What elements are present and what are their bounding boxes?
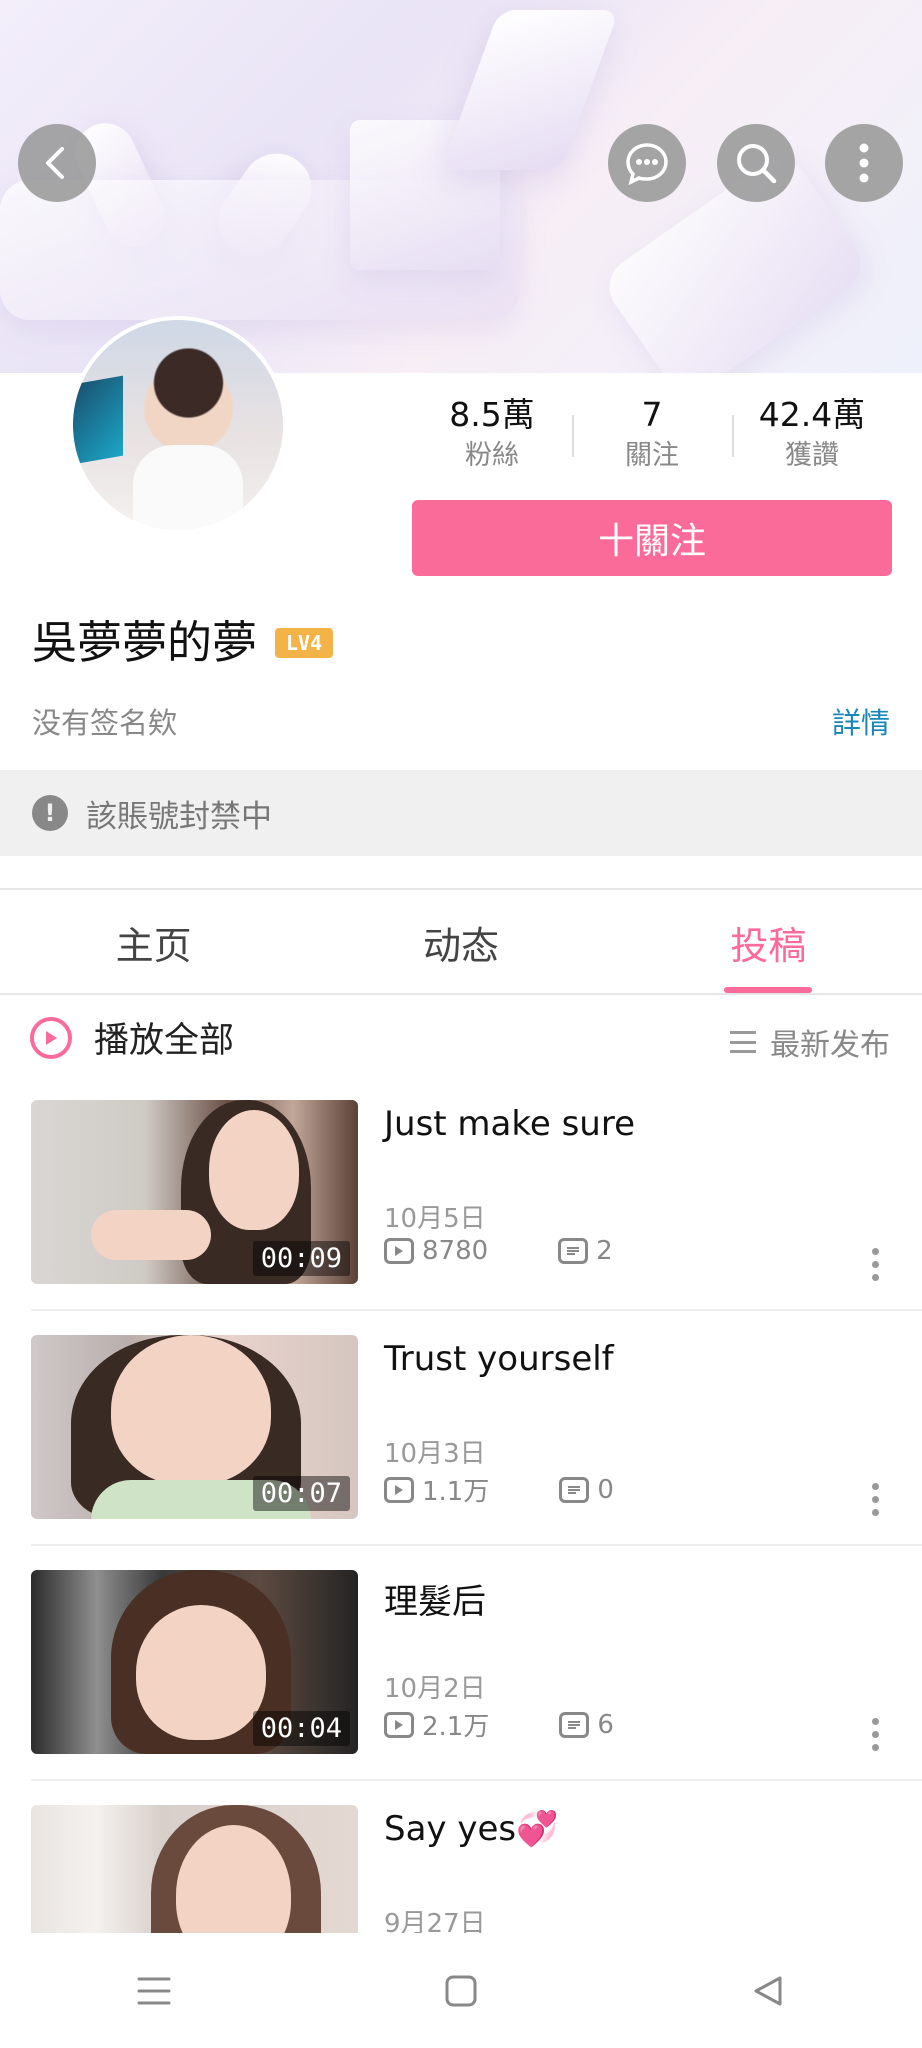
- banner-decoration: [440, 10, 620, 170]
- video-duration: 00:07: [252, 1476, 350, 1511]
- back-triangle-icon[interactable]: [750, 1973, 786, 2009]
- list-divider: [31, 1779, 922, 1781]
- avatar-background: [73, 375, 123, 465]
- comment-count-icon: [558, 1238, 589, 1264]
- video-thumbnail[interactable]: 00:07: [31, 1335, 358, 1519]
- stat-likes[interactable]: 42.4萬 獲讚: [732, 393, 892, 483]
- level-badge: LV4: [275, 628, 333, 658]
- menu-icon[interactable]: [136, 1975, 172, 2007]
- stat-label: 粉絲: [465, 440, 519, 471]
- video-comments: 2: [596, 1236, 613, 1266]
- stat-followers[interactable]: 8.5萬 粉絲: [412, 393, 572, 483]
- comment-count-icon: [559, 1711, 590, 1738]
- video-meta: 8780 2: [384, 1236, 613, 1266]
- video-thumbnail[interactable]: [31, 1805, 358, 1933]
- play-circle-icon: [30, 1016, 72, 1059]
- video-date: 10月5日: [384, 1204, 486, 1234]
- stat-value: 42.4萬: [758, 395, 866, 434]
- sort-label: 最新发布: [770, 1028, 890, 1063]
- section-divider: [0, 888, 922, 890]
- thumbnail-figure: [136, 1605, 266, 1740]
- video-item[interactable]: 00:04 理髮后 10月2日 2.1万 6: [0, 1570, 922, 1805]
- more-vertical-icon: [859, 143, 869, 183]
- profile-stats: 8.5萬 粉絲 7 關注 42.4萬 獲讚: [412, 393, 892, 483]
- home-square-icon[interactable]: [443, 1973, 479, 2009]
- chat-button[interactable]: [608, 124, 686, 202]
- play-count-icon: [384, 1711, 414, 1738]
- comment-count-icon: [559, 1476, 590, 1503]
- video-title[interactable]: Say yes💞: [384, 1809, 558, 1849]
- video-meta: 2.1万 6: [384, 1706, 614, 1743]
- avatar-figure: [133, 445, 243, 530]
- stat-label: 獲讚: [785, 440, 839, 471]
- play-count-icon: [384, 1238, 414, 1264]
- tab-dynamics[interactable]: 动态: [307, 891, 614, 993]
- thumbnail-figure: [111, 1335, 271, 1485]
- video-thumbnail[interactable]: 00:04: [31, 1570, 358, 1754]
- follow-button[interactable]: 十關注: [412, 500, 892, 576]
- video-more-icon[interactable]: [872, 1248, 880, 1281]
- video-item[interactable]: Say yes💞 9月27日: [0, 1805, 922, 1933]
- banned-notice-text: 該賬號封禁中: [86, 798, 272, 835]
- stat-label: 關注: [625, 440, 679, 471]
- chevron-left-icon: [46, 147, 64, 179]
- tabs-divider: [0, 993, 922, 995]
- video-title[interactable]: 理髮后: [384, 1574, 486, 1623]
- video-duration: 00:04: [252, 1711, 350, 1746]
- video-date: 10月2日: [384, 1674, 486, 1704]
- video-comments: 0: [597, 1474, 614, 1505]
- alert-icon: !: [32, 795, 68, 831]
- profile-tabs: 主页 动态 投稿: [0, 891, 922, 993]
- video-duration: 00:09: [252, 1241, 350, 1276]
- video-thumbnail[interactable]: 00:09: [31, 1100, 358, 1284]
- stat-value: 8.5萬: [449, 395, 535, 434]
- video-views: 2.1万: [422, 1712, 490, 1742]
- video-item[interactable]: 00:09 Just make sure 10月5日 8780 2: [0, 1100, 922, 1335]
- system-nav-bar: [0, 1933, 922, 2048]
- detail-link[interactable]: 詳情: [832, 700, 890, 742]
- tab-submissions[interactable]: 投稿: [615, 891, 922, 993]
- search-button[interactable]: [717, 124, 795, 202]
- stat-value: 7: [641, 395, 663, 434]
- list-divider: [31, 1544, 922, 1546]
- video-date: 10月3日: [384, 1439, 486, 1469]
- video-date: 9月27日: [384, 1909, 486, 1933]
- sort-lines-icon: [730, 1031, 756, 1053]
- play-all-button[interactable]: 播放全部: [30, 1012, 234, 1063]
- play-all-label: 播放全部: [94, 1021, 235, 1061]
- search-icon: [737, 144, 777, 184]
- thumbnail-figure: [91, 1210, 211, 1260]
- video-title[interactable]: Just make sure: [384, 1104, 635, 1144]
- video-more-icon[interactable]: [872, 1718, 880, 1751]
- thumbnail-figure: [209, 1110, 299, 1230]
- video-comments: 6: [597, 1709, 614, 1740]
- video-item[interactable]: 00:07 Trust yourself 10月3日 1.1万 0: [0, 1335, 922, 1570]
- video-views: 8780: [422, 1236, 489, 1266]
- sort-button[interactable]: 最新发布: [730, 1020, 890, 1064]
- video-title[interactable]: Trust yourself: [384, 1339, 614, 1379]
- video-meta: 1.1万 0: [384, 1471, 614, 1508]
- avatar[interactable]: [69, 316, 287, 534]
- more-button[interactable]: [825, 124, 903, 202]
- back-button[interactable]: [18, 124, 96, 202]
- list-divider: [31, 1309, 922, 1311]
- play-count-icon: [384, 1476, 414, 1503]
- banned-notice: ! 該賬號封禁中: [0, 770, 922, 856]
- video-more-icon[interactable]: [872, 1483, 880, 1516]
- chat-bubble-icon: [626, 143, 668, 186]
- profile-name: 吳夢夢的夢: [32, 616, 258, 669]
- profile-signature: 没有签名欸: [32, 706, 178, 740]
- stat-following[interactable]: 7 關注: [572, 393, 732, 483]
- video-views: 1.1万: [422, 1477, 490, 1507]
- tab-home[interactable]: 主页: [0, 891, 307, 993]
